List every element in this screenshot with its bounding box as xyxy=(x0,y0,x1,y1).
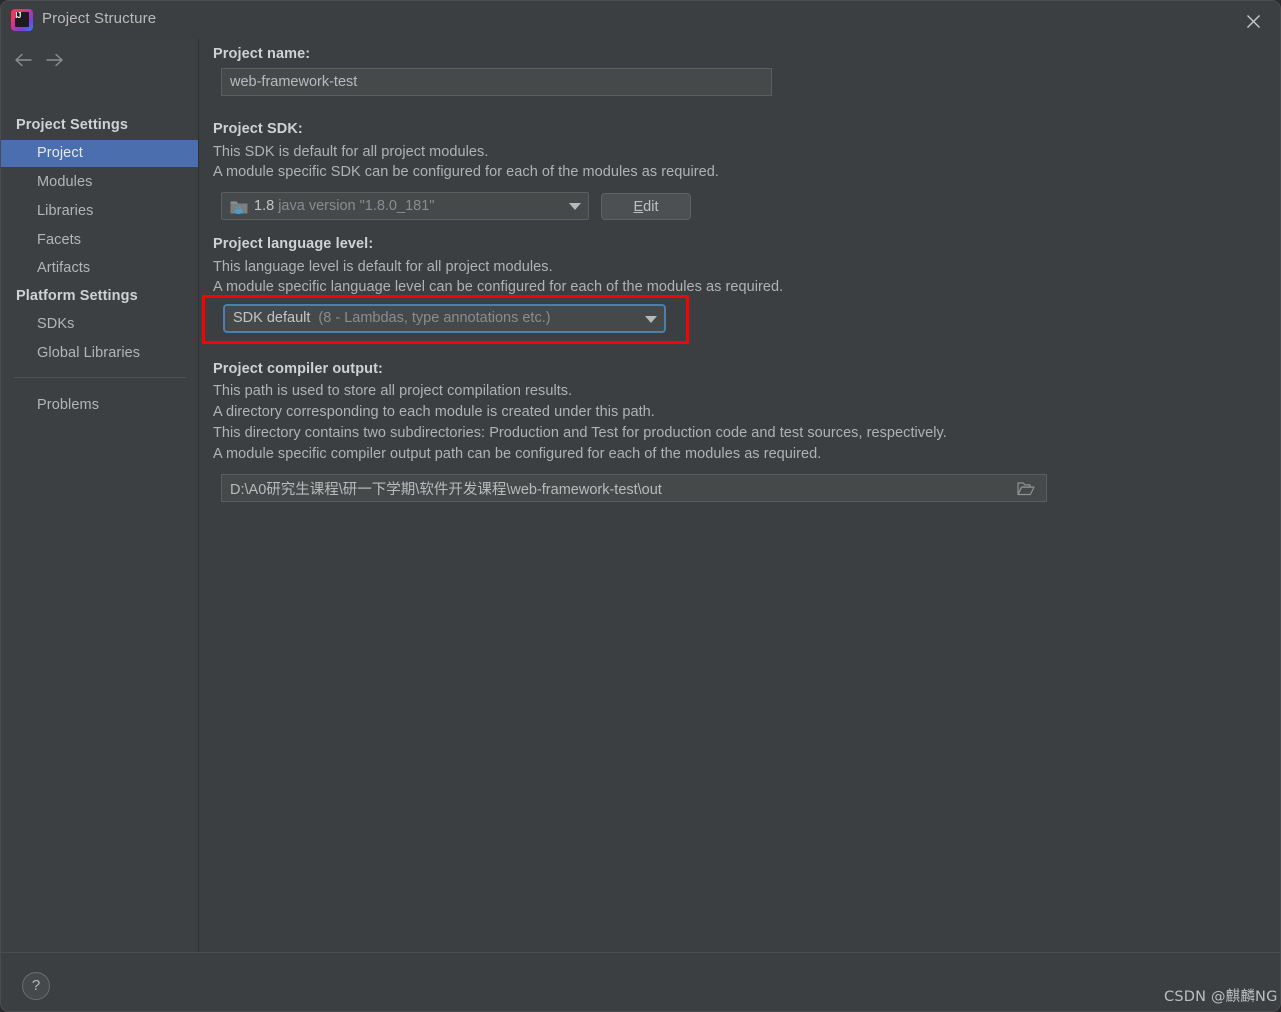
project-structure-dialog: IJ Project Structure Project Settings xyxy=(0,0,1281,1012)
compiler-output-desc-line-4: A module specific compiler output path c… xyxy=(213,446,821,462)
project-settings-pane: Project name: Project SDK: This SDK is d… xyxy=(199,39,1281,952)
project-sdk-version: 1.8 xyxy=(254,198,274,214)
project-sdk-combobox[interactable]: 1.8 java version "1.8.0_181" xyxy=(221,192,589,220)
project-name-input[interactable] xyxy=(221,68,772,96)
help-button[interactable]: ? xyxy=(22,972,50,1000)
chevron-down-icon[interactable] xyxy=(562,193,588,219)
sidebar-item-artifacts[interactable]: Artifacts xyxy=(1,255,198,282)
sidebar-item-facets[interactable]: Facets xyxy=(1,227,198,254)
project-sdk-label: Project SDK: xyxy=(213,121,303,137)
intellij-idea-logo-icon: IJ xyxy=(11,9,33,31)
project-sdk-desc-line-2: A module specific SDK can be configured … xyxy=(213,164,719,180)
language-level-detail: (8 - Lambdas, type annotations etc.) xyxy=(318,310,550,326)
edit-button-label-rest: dit xyxy=(643,199,658,215)
compiler-output-desc-line-2: A directory corresponding to each module… xyxy=(213,404,655,420)
sidebar-item-modules[interactable]: Modules xyxy=(1,169,198,196)
compiler-output-desc-line-3: This directory contains two subdirectori… xyxy=(213,425,947,441)
language-level-value: SDK default xyxy=(233,310,310,326)
sidebar-item-project[interactable]: Project xyxy=(1,140,198,167)
title-bar: IJ Project Structure xyxy=(1,1,1281,39)
navigation-arrows xyxy=(1,47,199,73)
chevron-down-icon[interactable] xyxy=(638,306,664,331)
edit-sdk-button[interactable]: Edit xyxy=(601,193,691,220)
settings-sidebar: Project Settings Project Modules Librari… xyxy=(1,39,199,952)
project-sdk-desc-line-1: This SDK is default for all project modu… xyxy=(213,144,488,160)
project-language-level-combobox[interactable]: SDK default (8 - Lambdas, type annotatio… xyxy=(223,304,666,333)
sidebar-item-sdks[interactable]: SDKs xyxy=(1,311,198,338)
arrow-left-icon[interactable] xyxy=(10,47,36,73)
arrow-right-icon[interactable] xyxy=(42,47,68,73)
window-title: Project Structure xyxy=(42,10,156,27)
language-level-desc-line-1: This language level is default for all p… xyxy=(213,259,553,275)
sidebar-group-platform-settings: Platform Settings xyxy=(16,288,138,304)
project-sdk-detail: java version "1.8.0_181" xyxy=(278,198,434,214)
dialog-footer: ? OK Cancel Apply xyxy=(1,952,1281,1012)
compiler-output-input[interactable] xyxy=(221,474,1047,502)
project-compiler-output-label: Project compiler output: xyxy=(213,361,383,377)
sidebar-item-global-libraries[interactable]: Global Libraries xyxy=(1,340,198,367)
folder-open-icon[interactable] xyxy=(1011,475,1041,501)
logo-initials: IJ xyxy=(11,9,25,24)
java-sdk-folder-icon xyxy=(230,198,248,214)
language-level-desc-line-2: A module specific language level can be … xyxy=(213,279,783,295)
compiler-output-desc-line-1: This path is used to store all project c… xyxy=(213,383,572,399)
sidebar-group-project-settings: Project Settings xyxy=(16,117,128,133)
project-name-label: Project name: xyxy=(213,46,310,62)
sidebar-item-problems[interactable]: Problems xyxy=(1,392,198,419)
close-icon[interactable] xyxy=(1240,9,1266,33)
project-language-level-label: Project language level: xyxy=(213,236,373,252)
sidebar-divider xyxy=(14,377,186,378)
sidebar-item-libraries[interactable]: Libraries xyxy=(1,198,198,225)
edit-button-mnemonic: E xyxy=(634,199,644,215)
